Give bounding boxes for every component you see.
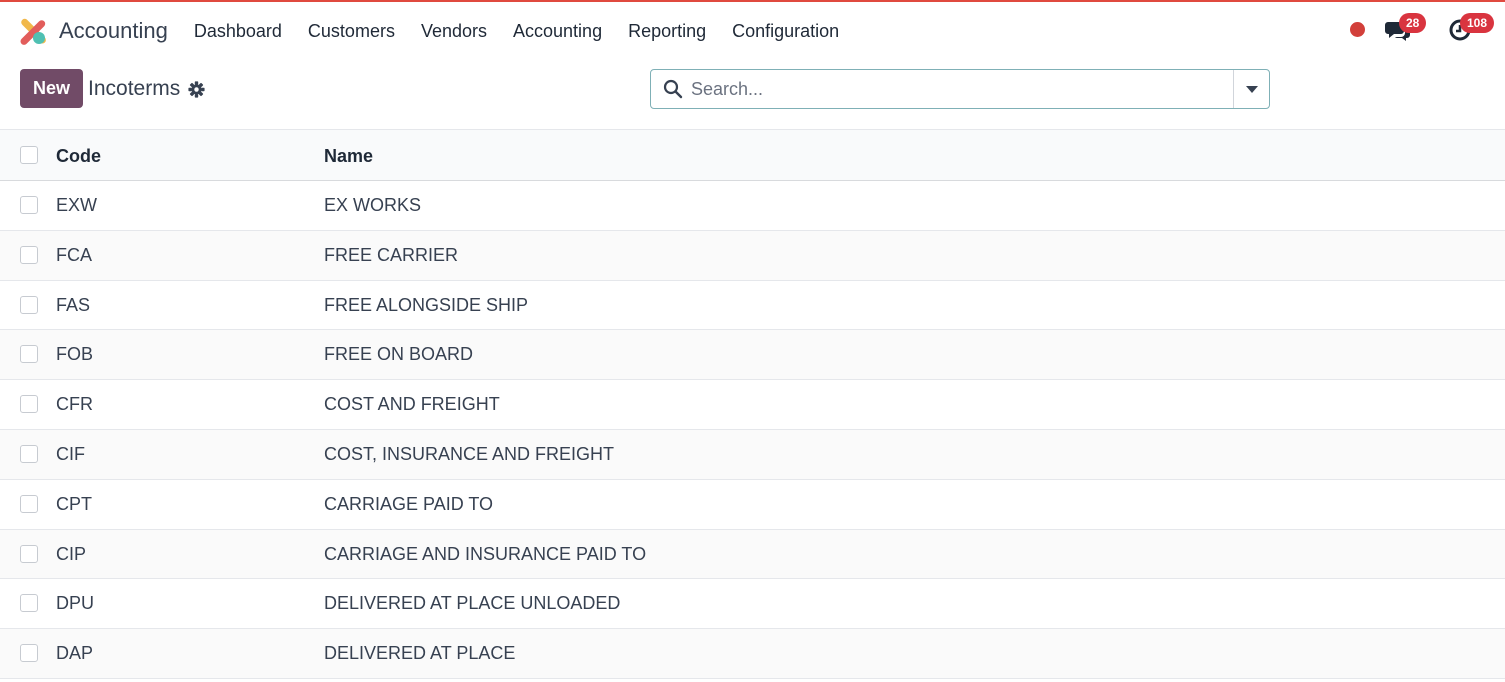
table-row[interactable]: CPT CARRIAGE PAID TO (0, 479, 1505, 530)
row-checkbox[interactable] (20, 395, 38, 414)
cell-code: FCA (56, 244, 92, 265)
cell-code: FOB (56, 344, 94, 365)
row-checkbox[interactable] (20, 594, 38, 613)
cell-name: COST, INSURANCE AND FREIGHT (324, 443, 615, 464)
menu-reporting[interactable]: Reporting (628, 21, 706, 42)
cell-code: CFR (56, 394, 93, 415)
status-dot-icon[interactable] (1350, 22, 1365, 37)
row-checkbox[interactable] (20, 196, 38, 214)
main-menu: Dashboard Customers Vendors Accounting R… (194, 21, 865, 42)
accounting-logo-icon (20, 18, 46, 45)
menu-dashboard[interactable]: Dashboard (194, 21, 282, 42)
incoterms-table: Code Name EXW EX WORKS FCA FREE CARRIER … (0, 129, 1505, 679)
table-row[interactable]: EXW EX WORKS (0, 181, 1505, 231)
table-row[interactable]: CIF COST, INSURANCE AND FREIGHT (0, 429, 1505, 480)
search-icon (663, 79, 683, 99)
header-code[interactable]: Code (56, 146, 101, 167)
cell-name: DELIVERED AT PLACE UNLOADED (324, 593, 621, 614)
control-panel: New Incoterms (0, 60, 1505, 129)
search-input[interactable] (691, 70, 1231, 108)
table-header: Code Name (0, 129, 1505, 181)
messages-count-badge: 28 (1399, 13, 1427, 33)
row-checkbox[interactable] (20, 245, 38, 264)
row-checkbox[interactable] (20, 494, 38, 513)
cell-code: EXW (56, 195, 98, 215)
app-brand[interactable]: Accounting (19, 18, 168, 45)
cell-code: FAS (56, 294, 91, 315)
table-row[interactable]: DPU DELIVERED AT PLACE UNLOADED (0, 579, 1505, 630)
cell-name: CARRIAGE PAID TO (324, 493, 494, 514)
table-row[interactable]: DAP DELIVERED AT PLACE (0, 629, 1505, 679)
cell-code: CIP (56, 543, 87, 564)
table-row[interactable]: FCA FREE CARRIER (0, 230, 1505, 281)
menu-vendors[interactable]: Vendors (421, 21, 487, 42)
row-checkbox[interactable] (20, 644, 38, 663)
activities-count-badge: 108 (1460, 13, 1495, 33)
row-checkbox[interactable] (20, 295, 38, 314)
new-button[interactable]: New (20, 69, 83, 108)
cell-name: FREE CARRIER (324, 244, 459, 265)
page-title: Incoterms (88, 77, 181, 100)
menu-accounting[interactable]: Accounting (513, 21, 602, 42)
row-checkbox[interactable] (20, 444, 38, 463)
cell-name: DELIVERED AT PLACE (324, 643, 516, 664)
cell-name: EX WORKS (324, 195, 422, 215)
select-all-checkbox[interactable] (20, 146, 38, 164)
app-name: Accounting (59, 18, 168, 43)
cell-code: DPU (56, 593, 95, 614)
cell-code: CIF (56, 443, 85, 464)
row-checkbox[interactable] (20, 345, 38, 364)
menu-configuration[interactable]: Configuration (732, 21, 839, 42)
table-row[interactable]: FAS FREE ALONGSIDE SHIP (0, 280, 1505, 331)
cell-name: COST AND FREIGHT (324, 394, 500, 415)
header-name[interactable]: Name (324, 146, 373, 167)
search-options-toggle[interactable] (1233, 70, 1269, 108)
table-row[interactable]: CFR COST AND FREIGHT (0, 380, 1505, 430)
table-row[interactable]: CIP CARRIAGE AND INSURANCE PAID TO (0, 529, 1505, 580)
cell-name: FREE ALONGSIDE SHIP (324, 294, 529, 315)
row-checkbox[interactable] (20, 544, 38, 563)
gear-icon[interactable] (188, 81, 205, 98)
cell-name: CARRIAGE AND INSURANCE PAID TO (324, 543, 647, 564)
table-body: EXW EX WORKS FCA FREE CARRIER FAS FREE A… (0, 181, 1505, 679)
cell-name: FREE ON BOARD (324, 344, 474, 365)
cell-code: CPT (56, 493, 92, 514)
menu-customers[interactable]: Customers (308, 21, 395, 42)
search-bar (650, 69, 1270, 109)
cell-code: DAP (56, 643, 94, 664)
top-navbar: Accounting Dashboard Customers Vendors A… (0, 2, 1505, 60)
caret-down-icon (1245, 85, 1258, 93)
table-row[interactable]: FOB FREE ON BOARD (0, 330, 1505, 381)
